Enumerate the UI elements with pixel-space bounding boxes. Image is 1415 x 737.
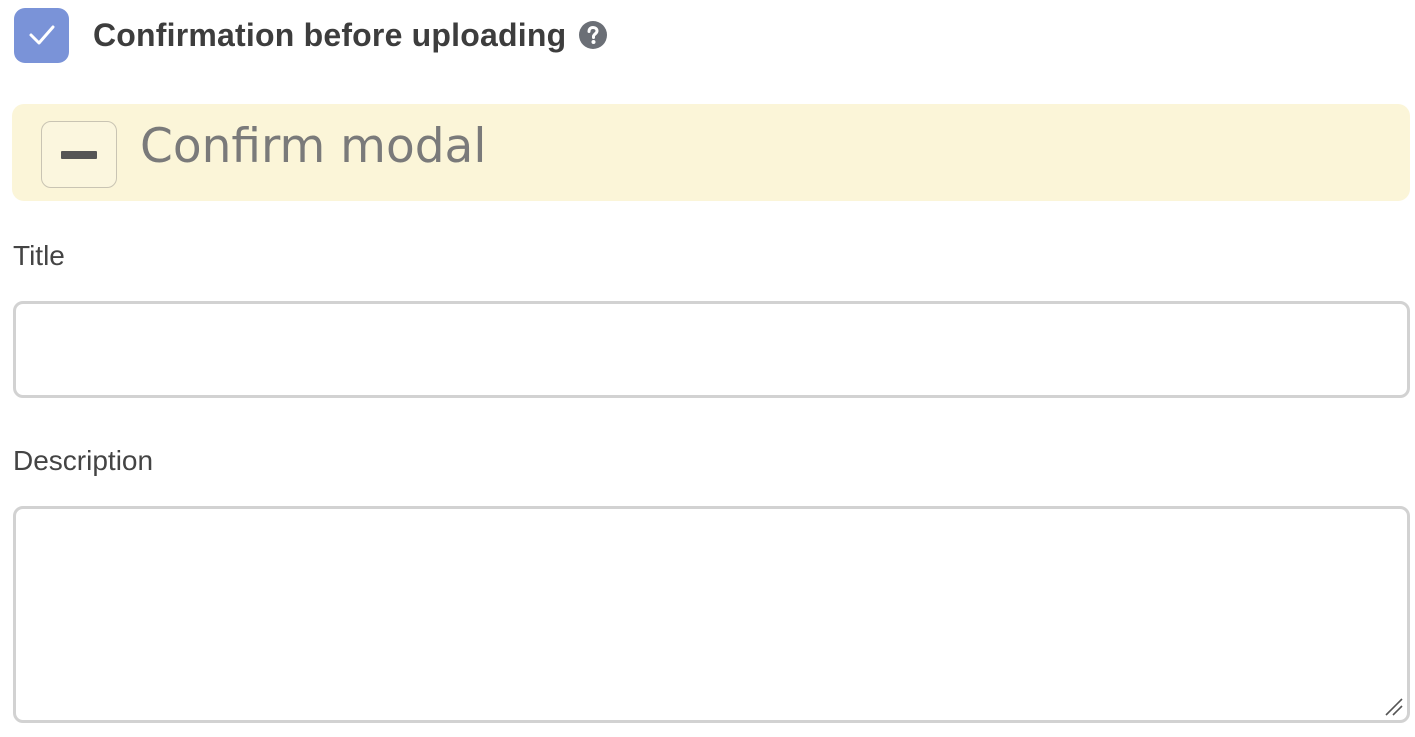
confirmation-label[interactable]: Confirmation before uploading: [93, 17, 566, 54]
question-circle-icon[interactable]: [578, 20, 608, 50]
upload-settings-form: Confirmation before uploading Confirm mo…: [0, 0, 1415, 737]
resize-handle-icon[interactable]: [1382, 695, 1404, 717]
title-input[interactable]: [13, 301, 1410, 398]
collapse-button[interactable]: [41, 121, 117, 188]
minus-icon: [61, 150, 97, 159]
section-title: Confirm modal: [140, 119, 487, 174]
description-textarea[interactable]: [13, 506, 1410, 723]
confirmation-row: Confirmation before uploading: [14, 7, 608, 63]
title-label: Title: [13, 240, 65, 271]
checkmark-icon: [29, 25, 54, 45]
confirm-modal-section-header: Confirm modal: [12, 104, 1410, 201]
confirmation-checkbox[interactable]: [14, 7, 69, 63]
description-label: Description: [13, 445, 154, 476]
